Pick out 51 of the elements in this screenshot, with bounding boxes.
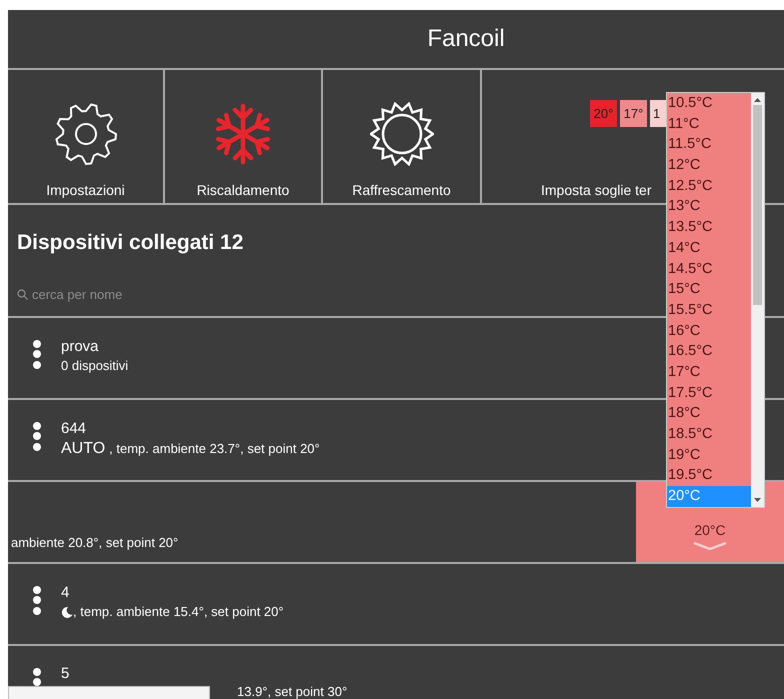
dropdown-option[interactable]: 15°C — [667, 279, 751, 300]
dropdown-option[interactable]: 17.5°C — [667, 382, 751, 404]
threshold-chip[interactable]: 20° — [590, 100, 617, 127]
section-title: Dispositivi collegati 12 — [17, 231, 244, 255]
dropdown-option[interactable]: 12°C — [667, 155, 751, 176]
setpoint-select[interactable]: 20°C — [694, 522, 726, 538]
device-name[interactable]: 644 — [61, 420, 320, 437]
dropdown-option[interactable]: 19.5°C — [667, 465, 751, 486]
dropdown-option[interactable]: 19°C — [667, 444, 751, 466]
scroll-up-icon[interactable] — [754, 97, 761, 103]
dropdown-option[interactable]: 14°C — [667, 238, 751, 258]
dropdown-option[interactable]: 15.5°C — [667, 300, 751, 321]
device-details: 0 dispositivi — [61, 358, 128, 373]
tile-label[interactable]: Imposta soglie ter — [482, 182, 652, 198]
dropdown-option[interactable]: 12.5°C — [667, 176, 751, 196]
dropdown-option[interactable]: 18°C — [667, 403, 751, 424]
dropdown-option[interactable]: 10.5°C — [667, 93, 751, 114]
search-icon — [17, 289, 28, 300]
scrollbar[interactable] — [751, 93, 764, 507]
tile-label[interactable]: Impostazioni — [46, 182, 125, 198]
sun-icon[interactable] — [370, 102, 434, 166]
device-details: , temp. ambiente 23.7°, set point 20° — [109, 441, 320, 456]
more-icon[interactable] — [32, 586, 42, 616]
device-name[interactable]: 5 — [61, 665, 348, 682]
dropdown-option[interactable]: 13.5°C — [667, 217, 751, 238]
device-name[interactable]: 4 — [61, 584, 284, 601]
scroll-down-icon[interactable] — [754, 497, 761, 503]
dropdown-option[interactable]: 17°C — [667, 362, 751, 383]
dropdown-option[interactable]: 11°C — [667, 114, 751, 134]
device-name[interactable]: prova — [61, 338, 128, 355]
dropdown-option[interactable]: 14.5°C — [667, 258, 751, 280]
device-details: , temp. ambiente 15.4°, set point 20° — [73, 604, 284, 619]
tile-label[interactable]: Raffrescamento — [352, 182, 451, 198]
device-details: ambiente 20.8°, set point 20° — [11, 534, 178, 550]
dropdown-option[interactable]: 13°C — [667, 196, 751, 218]
settings-icon[interactable] — [54, 102, 118, 166]
threshold-chip[interactable]: 1 — [650, 100, 666, 127]
threshold-chip[interactable]: 17° — [620, 100, 647, 127]
search-field[interactable]: cerca per nome — [32, 287, 292, 302]
more-icon[interactable] — [32, 422, 42, 452]
device-details: 13.9°, set point 30° — [237, 685, 348, 698]
dropdown-option[interactable]: 18.5°C — [667, 424, 751, 445]
dropdown-option[interactable]: 16°C — [667, 320, 751, 342]
dropdown-option[interactable]: 11.5°C — [667, 134, 751, 156]
dropdown-option[interactable]: 20°C — [667, 486, 751, 507]
moon-icon — [61, 606, 73, 618]
more-icon[interactable] — [32, 340, 42, 370]
dropdown-option[interactable]: 16.5°C — [667, 341, 751, 362]
mode-label: AUTO — [61, 440, 106, 458]
page-title: Fancoil — [427, 25, 505, 53]
tile-label[interactable]: Riscaldamento — [196, 182, 290, 198]
